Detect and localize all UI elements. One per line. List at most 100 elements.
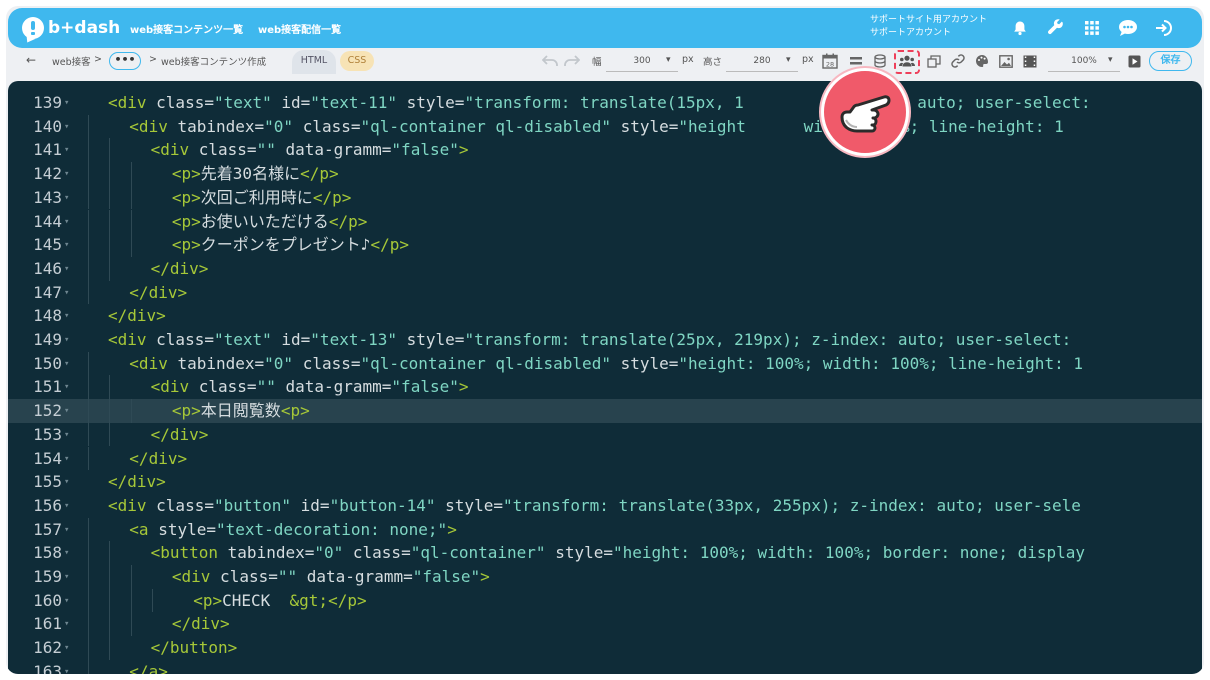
- fold-chevron-icon[interactable]: ▾: [64, 305, 69, 329]
- code-line[interactable]: 150 ▾ <div tabindex="0" class="ql-containe…: [8, 351, 1202, 377]
- code-line[interactable]: 147 ▾ </div>: [8, 280, 1202, 306]
- code-token: "ql-container ql-disabled": [360, 353, 611, 373]
- code-token: "ql-container": [410, 543, 546, 563]
- code-line[interactable]: 163 ▾ </a>: [8, 659, 1202, 674]
- grid-icon[interactable]: [1082, 18, 1102, 38]
- play-preview-icon[interactable]: [1126, 53, 1142, 69]
- code-line[interactable]: 145 ▾ <p>クーポンをプレゼント♪</p>: [8, 233, 1202, 257]
- code-text: <p>次回ご利用時に</p>: [172, 186, 351, 210]
- fold-chevron-icon[interactable]: ▾: [64, 566, 69, 590]
- users-icon-highlight: [894, 50, 920, 74]
- fold-chevron-icon[interactable]: ▾: [64, 258, 69, 282]
- code-line[interactable]: 157 ▾ <a style="text-decoration: none;">: [8, 517, 1202, 543]
- indent-guide: [88, 399, 89, 423]
- indent-guide: [88, 565, 89, 589]
- code-line[interactable]: 146 ▾ </div>: [8, 256, 1202, 282]
- breadcrumb-root[interactable]: web接客: [52, 54, 91, 68]
- account-info[interactable]: サポートサイト用アカウント サポートアカウント: [870, 14, 987, 40]
- redo-icon[interactable]: [564, 53, 580, 69]
- indent-guide: [88, 659, 89, 674]
- fold-chevron-icon[interactable]: ▾: [64, 448, 69, 472]
- logout-icon[interactable]: [1154, 18, 1174, 38]
- fold-chevron-icon[interactable]: ▾: [64, 163, 69, 187]
- video-icon[interactable]: [1022, 53, 1038, 69]
- indent-guide: [109, 422, 111, 447]
- indent-guide: [88, 256, 89, 281]
- breadcrumb-more-button[interactable]: •••: [109, 52, 141, 70]
- fold-chevron-icon[interactable]: ▾: [64, 424, 69, 448]
- back-arrow-icon[interactable]: ←: [26, 53, 36, 67]
- text-block-icon[interactable]: [848, 53, 864, 69]
- fold-chevron-icon[interactable]: ▾: [64, 376, 69, 400]
- code-line[interactable]: 162 ▾ </button>: [8, 636, 1202, 660]
- code-line[interactable]: 161 ▾ </div>: [8, 612, 1202, 637]
- fold-chevron-icon[interactable]: ▾: [64, 187, 69, 211]
- image-icon[interactable]: [998, 53, 1014, 69]
- code-line[interactable]: 142 ▾ <p>先着30名様に</p>: [8, 162, 1202, 186]
- link-icon[interactable]: [950, 53, 966, 69]
- code-line[interactable]: 139 ▾ <div class="text" id="text-11" style…: [8, 91, 1202, 115]
- database-icon[interactable]: [872, 53, 888, 69]
- save-button[interactable]: 保存: [1149, 51, 1192, 71]
- fold-chevron-icon[interactable]: ▾: [64, 613, 69, 637]
- code-line[interactable]: 155 ▾ </div>: [8, 470, 1202, 494]
- calendar-icon[interactable]: 28: [822, 53, 838, 69]
- code-line[interactable]: 153 ▾ </div>: [8, 422, 1202, 448]
- fold-chevron-icon[interactable]: ▾: [64, 234, 69, 258]
- code-line[interactable]: 154 ▾ </div>: [8, 446, 1202, 472]
- code-token: 先着30名様に: [200, 164, 301, 184]
- line-number: 140: [33, 116, 62, 136]
- code-line[interactable]: 148 ▾ </div>: [8, 304, 1202, 328]
- fold-chevron-icon[interactable]: ▾: [64, 92, 69, 116]
- code-line[interactable]: 152 ▾ <p>本日閲覧数<p>: [8, 399, 1202, 423]
- fold-chevron-icon[interactable]: ▾: [64, 590, 69, 614]
- code-line[interactable]: 158 ▾ <button tabindex="0" class="ql-conta…: [8, 541, 1202, 565]
- brand-logo[interactable]: b+dash: [22, 17, 120, 39]
- code-line[interactable]: 160 ▾ <p>CHECK &gt;</p>: [8, 588, 1202, 614]
- fold-chevron-icon[interactable]: ▾: [64, 471, 69, 495]
- indent-guide: [109, 375, 111, 400]
- indent-guide: [88, 636, 89, 660]
- code-line[interactable]: 159 ▾ <div class="" data-gramm="false">: [8, 565, 1202, 589]
- nav-content-list[interactable]: web接客コンテンツ一覧: [130, 21, 243, 36]
- code-line[interactable]: 156 ▾ <div class="button" id="button-14" s…: [8, 494, 1202, 518]
- palette-icon[interactable]: [974, 53, 990, 69]
- code-line[interactable]: 149 ▾ <div class="text" id="text-13" style…: [8, 328, 1202, 352]
- fold-chevron-icon[interactable]: ▾: [64, 116, 69, 140]
- line-number: 159: [33, 567, 62, 586]
- nav-delivery-list[interactable]: web接客配信一覧: [258, 21, 341, 36]
- code-token: tabindex=: [218, 543, 315, 563]
- code-token: "false": [391, 140, 459, 160]
- code-line[interactable]: 140 ▾ <div tabindex="0" class="ql-containe…: [8, 114, 1202, 140]
- fold-chevron-icon[interactable]: ▾: [64, 400, 69, 424]
- fold-chevron-icon[interactable]: ▾: [64, 329, 69, 353]
- tab-css[interactable]: CSS: [340, 51, 374, 71]
- code-token: class=: [189, 377, 257, 397]
- code-line[interactable]: 141 ▾ <div class="" data-gramm="false">: [8, 138, 1202, 163]
- wrench-icon[interactable]: [1046, 18, 1066, 38]
- fold-chevron-icon[interactable]: ▾: [64, 139, 69, 163]
- code-token: style=: [610, 353, 679, 373]
- bell-icon[interactable]: [1010, 18, 1030, 38]
- layers-icon[interactable]: [926, 53, 942, 69]
- fold-chevron-icon[interactable]: ▾: [64, 637, 69, 661]
- fold-chevron-icon[interactable]: ▾: [64, 519, 69, 543]
- chat-icon[interactable]: [1118, 18, 1138, 38]
- code-token: 本日閲覧数: [200, 401, 281, 421]
- code-line[interactable]: 144 ▾ <p>お使いいただける</p>: [8, 209, 1202, 235]
- fold-chevron-icon[interactable]: ▾: [64, 282, 69, 306]
- fold-chevron-icon[interactable]: ▾: [64, 353, 69, 377]
- code-editor[interactable]: 139 ▾ <div class="text" id="text-11" style…: [8, 81, 1202, 674]
- code-line[interactable]: 151 ▾ <div class="" data-gramm="false">: [8, 375, 1202, 400]
- tab-html[interactable]: HTML: [292, 50, 336, 74]
- code-token: "": [256, 377, 276, 397]
- code-line[interactable]: 143 ▾ <p>次回ご利用時に</p>: [8, 185, 1202, 211]
- indent-guide: [88, 375, 89, 400]
- fold-chevron-icon[interactable]: ▾: [64, 495, 69, 519]
- undo-icon[interactable]: [542, 53, 558, 69]
- code-text: </div>: [172, 612, 230, 636]
- fold-chevron-icon[interactable]: ▾: [64, 542, 69, 566]
- fold-chevron-icon[interactable]: ▾: [64, 211, 69, 235]
- fold-chevron-icon[interactable]: ▾: [64, 661, 69, 674]
- line-number: 139: [33, 93, 62, 112]
